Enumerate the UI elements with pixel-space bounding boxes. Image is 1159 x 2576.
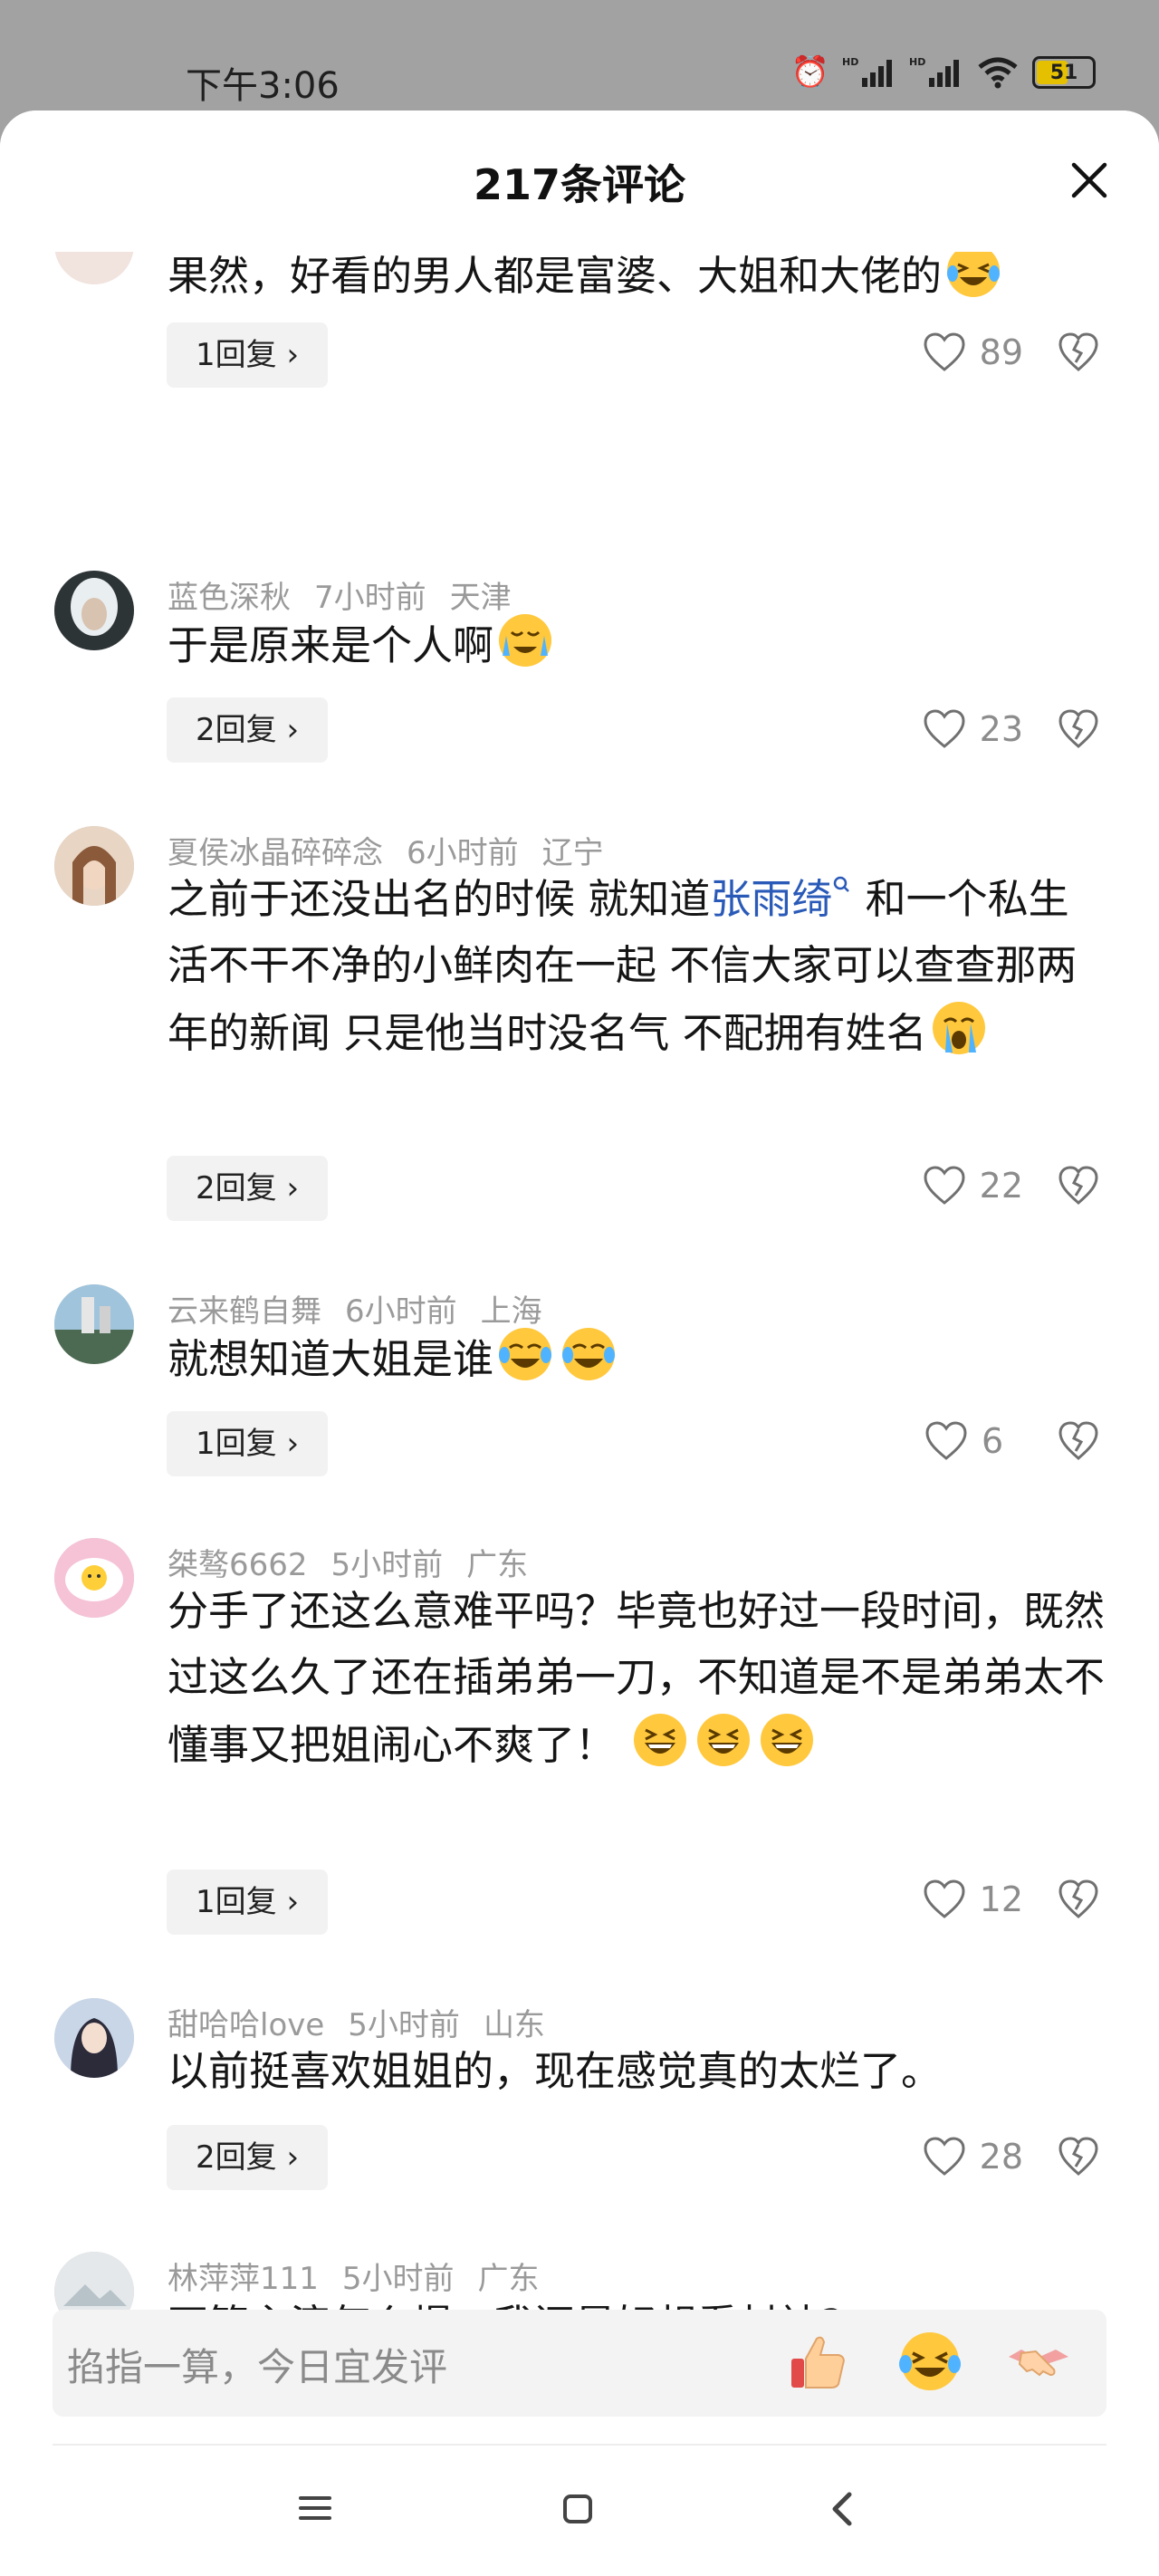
battery-icon: 51 [1032, 56, 1096, 89]
like-count: 28 [979, 2137, 1023, 2177]
status-time: 下午3:06 [186, 65, 340, 107]
heart-icon[interactable] [922, 1879, 967, 1920]
like-group[interactable]: 22 [922, 1165, 1023, 1206]
like-group[interactable]: 89 [922, 332, 1023, 373]
comment-count-title: 217条评论 [473, 160, 686, 209]
grinning-squint-icon [697, 1714, 751, 1766]
like-count: 6 [982, 1421, 1004, 1461]
like-group[interactable]: 6 [924, 1420, 1023, 1462]
thumbs-up-icon[interactable] [782, 2326, 853, 2397]
system-nav-bar [0, 2446, 1159, 2576]
avatar[interactable] [54, 826, 134, 906]
crying-laughing-icon [499, 614, 552, 667]
like-group[interactable]: 12 [922, 1879, 1023, 1920]
like-count: 89 [979, 332, 1023, 372]
laughing-tears-icon [947, 246, 1001, 297]
tears-of-joy-icon [562, 1328, 616, 1380]
broken-heart-icon[interactable] [1057, 1420, 1100, 1462]
broken-heart-icon[interactable] [1057, 1879, 1100, 1920]
reply-count-button[interactable]: 1回复 › [167, 1870, 329, 1935]
comment-text: 果然，好看的男人都是富婆、大姐和大佬的 [168, 246, 1109, 309]
broken-heart-icon[interactable] [1057, 708, 1100, 750]
reply-count-button[interactable]: 2回复 › [167, 2125, 329, 2190]
close-icon[interactable] [1067, 158, 1112, 203]
broken-heart-icon[interactable] [1057, 2136, 1100, 2177]
grinning-squint-icon [761, 1714, 814, 1766]
comment-text: 于是原来是个人啊 [168, 610, 1109, 678]
avatar[interactable] [54, 1998, 134, 2078]
comment-text: 以前挺喜欢姐姐的，现在感觉真的太烂了。 [168, 2047, 943, 2095]
status-icons: ⏰ HD HD 51 [791, 56, 1096, 89]
back-icon[interactable] [829, 2491, 855, 2527]
comment-input[interactable]: 掐指一算，今日宜发评 [67, 2337, 447, 2392]
svg-text:HD: HD [909, 56, 925, 68]
reply-count-button[interactable]: 1回复 › [167, 1411, 329, 1476]
heart-icon[interactable] [922, 1165, 967, 1206]
heart-icon[interactable] [922, 708, 967, 750]
comment-text: 分手了还这么意难平吗？毕竟也好过一段时间，既然过这么久了还在插弟弟一刀，不知道是… [168, 1587, 1106, 1769]
wifi-icon [978, 57, 1018, 89]
avatar[interactable] [54, 246, 134, 284]
like-group[interactable]: 23 [922, 708, 1023, 750]
svg-text:HD: HD [842, 56, 858, 68]
avatar[interactable] [54, 571, 134, 650]
reply-count-button[interactable]: 2回复 › [167, 1156, 329, 1221]
tears-of-joy-icon [499, 1328, 552, 1380]
handshake-icon[interactable] [1003, 2326, 1074, 2397]
mention-link[interactable]: 张雨绮 [710, 875, 852, 923]
broken-heart-icon[interactable] [1057, 1165, 1100, 1206]
sheet-header: 217条评论 [0, 111, 1159, 252]
search-icon [834, 876, 850, 892]
like-count: 22 [979, 1166, 1023, 1206]
reply-count-button[interactable]: 2回复 › [167, 697, 329, 763]
broken-heart-icon[interactable] [1057, 332, 1100, 373]
comment-input-bar[interactable]: 掐指一算，今日宜发评 [53, 2310, 1106, 2417]
home-icon[interactable] [561, 2493, 594, 2525]
heart-icon[interactable] [924, 1420, 969, 1462]
comments-sheet: 217条评论 果然，好看的男人都是富婆、大姐和大佬的 1回复 › 89 蓝色深秋… [0, 111, 1159, 2576]
comment-text: 之前于还没出名的时候 就知道张雨绮 和一个私生活不干不净的小鲜肉在一起 不信大家… [168, 875, 1078, 1057]
reply-count-button[interactable]: 1回复 › [167, 322, 329, 388]
comment-list[interactable]: 果然，好看的男人都是富婆、大姐和大佬的 1回复 › 89 蓝色深秋 7小时前 天津 … [0, 246, 1159, 2402]
like-count: 12 [979, 1879, 1023, 1919]
comment-text: 就想知道大姐是谁 [168, 1324, 1109, 1392]
alarm-icon: ⏰ [790, 54, 829, 91]
avatar[interactable] [54, 1538, 134, 1618]
crying-icon [932, 1002, 985, 1054]
like-group[interactable]: 28 [922, 2136, 1023, 2177]
like-count: 23 [979, 709, 1023, 749]
signal-icon-2: HD [909, 56, 959, 87]
heart-icon[interactable] [922, 2136, 967, 2177]
avatar[interactable] [54, 1284, 134, 1364]
signal-icon: HD [842, 56, 892, 87]
grinning-squint-icon [634, 1714, 687, 1766]
heart-icon[interactable] [922, 332, 967, 373]
menu-icon[interactable] [297, 2493, 333, 2523]
laughing-tears-icon[interactable] [895, 2326, 965, 2397]
